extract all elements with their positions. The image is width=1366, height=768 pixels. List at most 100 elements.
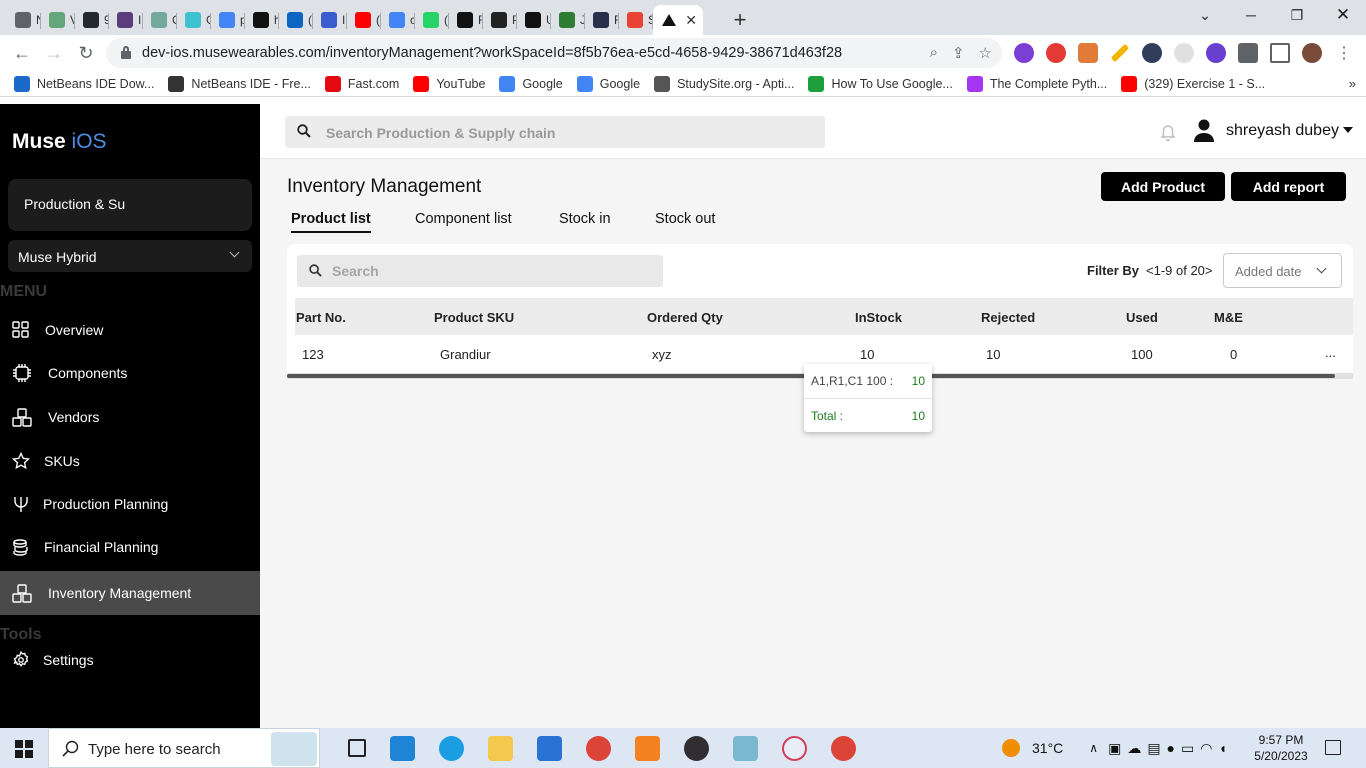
- bell-icon[interactable]: [1153, 118, 1183, 148]
- bookmark-item[interactable]: The Complete Pyth...: [966, 75, 1107, 92]
- browser-tab[interactable]: Re: [585, 5, 619, 35]
- user-avatar-icon[interactable]: [1190, 116, 1218, 144]
- bookmark-item[interactable]: YouTube: [413, 75, 485, 92]
- windows-start-icon[interactable]: [15, 740, 33, 758]
- workspace-card[interactable]: Production & Su: [8, 179, 252, 231]
- browser-tab[interactable]: Ins: [313, 5, 347, 35]
- tab-product-list[interactable]: Product list: [291, 211, 371, 233]
- add-product-button[interactable]: Add Product: [1101, 172, 1225, 201]
- profile-avatar[interactable]: [1302, 43, 1322, 63]
- browser-tab[interactable]: po: [211, 5, 245, 35]
- bookmark-item[interactable]: Google: [576, 75, 640, 92]
- sidebar-item-skus[interactable]: SKUs: [0, 439, 260, 483]
- workspace-select[interactable]: Muse Hybrid: [8, 240, 252, 272]
- forward-icon[interactable]: →: [38, 37, 70, 69]
- puzzle-icon[interactable]: [1238, 43, 1258, 63]
- meet-now-icon[interactable]: ▣: [1108, 740, 1121, 757]
- bookmark-item[interactable]: NetBeans IDE Dow...: [14, 75, 154, 92]
- browser-tab[interactable]: Se: [619, 5, 653, 35]
- cell-instock[interactable]: 10: [860, 347, 874, 362]
- bookmark-item[interactable]: Fast.com: [324, 75, 399, 92]
- sidebar-item-components[interactable]: Components: [0, 351, 260, 395]
- mail-icon[interactable]: [537, 736, 562, 761]
- back-icon[interactable]: ←: [6, 37, 38, 69]
- browser-tab[interactable]: Vik: [41, 5, 75, 35]
- column-header[interactable]: Product SKU: [434, 310, 514, 325]
- column-header[interactable]: Rejected: [981, 310, 1035, 325]
- sort-select[interactable]: Added date: [1223, 253, 1342, 288]
- sublime-text-icon[interactable]: [635, 736, 660, 761]
- column-header[interactable]: Part No.: [296, 310, 346, 325]
- column-header[interactable]: Used: [1126, 310, 1158, 325]
- browser-tab[interactable]: Gla: [177, 5, 211, 35]
- onedrive-icon[interactable]: ☁: [1127, 740, 1141, 757]
- minimize-button[interactable]: ─: [1236, 0, 1266, 30]
- browser-tab[interactable]: Frc: [449, 5, 483, 35]
- browser-tab[interactable]: Ne: [7, 5, 41, 35]
- react-devtools-icon[interactable]: [1142, 43, 1162, 63]
- reload-icon[interactable]: ↻: [70, 37, 102, 69]
- extension-icon[interactable]: [1078, 43, 1098, 63]
- close-window-button[interactable]: ✕: [1328, 0, 1358, 30]
- global-search-input[interactable]: Search Production & Supply chain: [285, 116, 825, 148]
- extension-icon[interactable]: [1206, 43, 1226, 63]
- url-text[interactable]: dev-ios.musewearables.com/inventoryManag…: [142, 45, 842, 61]
- sidebar-item-financial-planning[interactable]: Financial Planning: [0, 525, 260, 569]
- address-bar[interactable]: dev-ios.musewearables.com/inventoryManag…: [106, 38, 1002, 68]
- notifications-icon[interactable]: [1325, 740, 1341, 755]
- add-report-button[interactable]: Add report: [1231, 172, 1346, 201]
- wifi-icon[interactable]: ◠: [1200, 740, 1212, 757]
- bookmark-item[interactable]: How To Use Google...: [808, 75, 953, 92]
- bookmark-item[interactable]: StudySite.org - Apti...: [654, 75, 794, 92]
- edge-icon[interactable]: [439, 736, 464, 761]
- tab-component-list[interactable]: Component list: [415, 211, 512, 227]
- taskbar-search-input[interactable]: Type here to search: [48, 728, 320, 768]
- bookmark-item[interactable]: (329) Exercise 1 - S...: [1121, 75, 1265, 92]
- sidebar-item-inventory-management[interactable]: Inventory Management: [0, 571, 260, 615]
- browser-tab[interactable]: (18: [347, 5, 381, 35]
- column-header[interactable]: InStock: [855, 310, 902, 325]
- sidebar-item-vendors[interactable]: Vendors: [0, 395, 260, 439]
- bookmarks-overflow-icon[interactable]: »: [1349, 76, 1356, 91]
- browser-tab[interactable]: CS: [143, 5, 177, 35]
- tab-search-icon[interactable]: ⌄: [1190, 0, 1220, 30]
- extension-icon[interactable]: [1014, 43, 1034, 63]
- browser-tab[interactable]: Jav: [551, 5, 585, 35]
- extension-icon[interactable]: [1046, 43, 1066, 63]
- snipping-tool-icon[interactable]: [782, 736, 807, 761]
- chrome-icon[interactable]: [586, 736, 611, 761]
- browser-tab[interactable]: PR: [483, 5, 517, 35]
- product-search-input[interactable]: Search: [297, 255, 663, 287]
- microphone-icon[interactable]: ●: [1167, 740, 1175, 756]
- task-view-icon[interactable]: [348, 739, 366, 757]
- obs-icon[interactable]: [684, 736, 709, 761]
- chrome-icon[interactable]: [831, 736, 856, 761]
- browser-tab[interactable]: crc: [381, 5, 415, 35]
- pagination[interactable]: <1-9 of 20>: [1146, 263, 1213, 278]
- new-tab-button[interactable]: +: [725, 5, 755, 35]
- zoom-icon[interactable]: ⌕: [930, 44, 938, 62]
- tab-stock-out[interactable]: Stock out: [655, 211, 715, 227]
- browser-tab-active[interactable]: ✕: [653, 5, 703, 35]
- browser-tab[interactable]: (2): [415, 5, 449, 35]
- sidebar-item-settings[interactable]: Settings: [0, 638, 260, 682]
- file-explorer-icon[interactable]: [488, 736, 513, 761]
- clock[interactable]: 9:57 PM 5/20/2023: [1253, 732, 1309, 764]
- column-header[interactable]: Ordered Qty: [647, 310, 723, 325]
- restore-button[interactable]: ❐: [1282, 0, 1312, 30]
- browser-tab[interactable]: Us: [517, 5, 551, 35]
- caret-down-icon[interactable]: [1343, 127, 1353, 133]
- tab-stock-in[interactable]: Stock in: [559, 211, 611, 227]
- battery-icon[interactable]: ▭: [1181, 740, 1194, 757]
- volume-icon[interactable]: ◖: [1218, 740, 1226, 756]
- pen-extension-icon[interactable]: [1110, 43, 1130, 63]
- row-more-menu[interactable]: ...: [1325, 345, 1336, 360]
- sidebar-item-production-planning[interactable]: Production Planning: [0, 482, 260, 526]
- share-icon[interactable]: ⇪: [952, 44, 965, 62]
- browser-tab[interactable]: 93: [75, 5, 109, 35]
- sidebar-item-overview[interactable]: Overview: [0, 308, 260, 352]
- weather-icon[interactable]: [1002, 739, 1020, 757]
- chevron-up-icon[interactable]: ∧: [1089, 741, 1098, 755]
- kebab-menu-icon[interactable]: ⋮: [1334, 43, 1354, 63]
- device-icon[interactable]: ▤: [1147, 740, 1160, 757]
